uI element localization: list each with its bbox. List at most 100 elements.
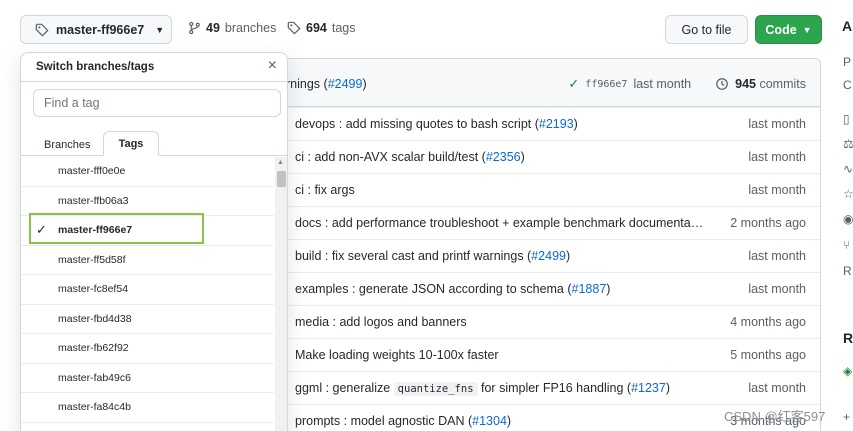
eye-icon: ◉ <box>843 212 853 226</box>
inline-code: quantize_fns <box>393 382 478 396</box>
commit-message[interactable]: examples : generate JSON according to sc… <box>295 282 610 296</box>
releases-heading-fragment: R <box>843 330 853 346</box>
tags-link[interactable]: 694 tags <box>287 21 356 35</box>
file-row: examples : generate JSON according to sc… <box>271 272 820 305</box>
chevron-down-icon: ▼ <box>155 24 165 35</box>
tag-name: master-fab49c6 <box>58 371 131 384</box>
close-icon[interactable]: × <box>268 57 277 75</box>
commit-message[interactable]: media : add logos and banners <box>295 315 467 329</box>
law-icon: ⚖ <box>843 137 853 151</box>
branch-selector-label: master-ff966e7 <box>56 22 145 37</box>
branches-count: 49 <box>206 21 220 35</box>
commit-message[interactable]: docs : add performance troubleshoot + ex… <box>295 216 703 230</box>
about-text-fragment: + <box>843 410 851 424</box>
tag-name: master-fc8ef54 <box>58 283 129 296</box>
tag-item[interactable]: master-ff5d58f <box>21 246 274 275</box>
tag-item[interactable]: master-fa84c4b <box>21 393 274 423</box>
check-icon: ✓ <box>568 76 580 91</box>
latest-commit-text-end: ) <box>362 77 367 91</box>
about-heading: A <box>842 18 853 34</box>
chevron-down-icon: ▼ <box>802 24 812 35</box>
selection-highlight-box <box>29 213 204 244</box>
commit-age: 5 months ago <box>730 348 806 362</box>
commits-label: commits <box>759 77 806 91</box>
tag-icon <box>35 23 49 37</box>
tag-name: master-fbd4d38 <box>58 312 132 325</box>
tag-item[interactable]: master-fff0e0e <box>21 157 274 187</box>
commit-age: 2 months ago <box>730 216 806 230</box>
code-button-label: Code <box>765 22 797 37</box>
commit-age: last month <box>633 77 692 91</box>
star-icon: ☆ <box>843 187 853 201</box>
commit-message[interactable]: build : fix several cast and printf warn… <box>295 249 570 263</box>
commit-message[interactable]: ci : add non-AVX scalar build/test (#235… <box>295 150 525 164</box>
scrollbar-thumb[interactable] <box>277 171 286 187</box>
commit-age: last month <box>748 381 806 395</box>
tags-label: tags <box>331 21 356 35</box>
switch-branches-tags-dropdown: Switch branches/tags × Branches Tags mas… <box>20 52 288 431</box>
file-row: ci : fix args last month <box>271 173 820 206</box>
tag-item[interactable]: master-fb62f92 <box>21 334 274 364</box>
commit-sha[interactable]: ff966e7 <box>585 79 627 90</box>
fork-icon: ⑂ <box>843 238 851 252</box>
commit-message[interactable]: Make loading weights 10-100x faster <box>295 348 499 362</box>
file-row: Make loading weights 10-100x faster 5 mo… <box>271 338 820 371</box>
tag-list: master-fff0e0e master-ffb06a3 ✓ master-ff… <box>21 157 274 431</box>
commit-age: last month <box>748 117 806 131</box>
code-button[interactable]: Code ▼ <box>755 15 822 44</box>
tag-item[interactable]: master-fab49c6 <box>21 364 274 393</box>
tag-name: master-fb62f92 <box>58 342 129 355</box>
file-row: media : add logos and banners 4 months a… <box>271 305 820 338</box>
file-row: devops : add missing quotes to bash scri… <box>271 107 820 140</box>
tab-branches[interactable]: Branches <box>44 139 90 151</box>
branches-link[interactable]: 49 branches <box>188 21 276 35</box>
file-row: ggml : generalize quantize_fns for simpl… <box>271 371 820 404</box>
repo-file-list: rnings (#2499) ✓ ff966e7 last month 945 … <box>270 58 821 431</box>
about-text-fragment: R <box>843 264 852 278</box>
file-row: docs : add performance troubleshoot + ex… <box>271 206 820 239</box>
commits-count: 945 <box>735 77 756 91</box>
commit-age: last month <box>748 183 806 197</box>
git-branch-icon <box>188 21 201 35</box>
commit-meta: ✓ ff966e7 last month 945 commits <box>568 76 806 92</box>
commit-age: last month <box>748 249 806 263</box>
latest-commit-bar: rnings (#2499) ✓ ff966e7 last month 945 … <box>271 59 820 107</box>
go-to-file-button[interactable]: Go to file <box>665 15 748 44</box>
file-row: ci : add non-AVX scalar build/test (#235… <box>271 140 820 173</box>
latest-commit-message[interactable]: rnings (#2499) <box>286 77 367 91</box>
scroll-up-arrow-icon[interactable]: ▲ <box>277 159 284 166</box>
tag-name: master-fa84c4b <box>58 401 131 414</box>
commits-link[interactable]: 945 commits <box>735 77 806 91</box>
commit-message[interactable]: ggml : generalize quantize_fns for simpl… <box>295 381 670 396</box>
about-text-fragment: P <box>843 55 852 69</box>
tag-filter-input[interactable] <box>33 89 281 117</box>
tag-name: master-ff5d58f <box>58 253 126 266</box>
tag-item[interactable]: master-fc8ef54 <box>21 275 274 305</box>
about-text-fragment: C <box>843 78 852 92</box>
latest-commit-pr-link[interactable]: #2499 <box>328 77 363 91</box>
tag-item[interactable]: master-fbd4d38 <box>21 305 274 334</box>
divider <box>21 81 287 82</box>
commit-age: 4 months ago <box>730 315 806 329</box>
watermark: CSDN @红客597 <box>724 409 826 424</box>
commit-age: last month <box>748 150 806 164</box>
commit-message[interactable]: devops : add missing quotes to bash scri… <box>295 117 578 131</box>
pulse-icon: ∿ <box>843 162 853 176</box>
tab-tags[interactable]: Tags <box>103 131 159 156</box>
history-icon <box>715 77 729 91</box>
tag-name: master-ffb06a3 <box>58 194 129 207</box>
branch-selector-button[interactable]: master-ff966e7 ▼ <box>20 15 172 44</box>
file-row: build : fix several cast and printf warn… <box>271 239 820 272</box>
branches-label: branches <box>224 21 277 35</box>
tag-item[interactable]: master-ffb06a3 <box>21 187 274 216</box>
commit-message[interactable]: ci : fix args <box>295 183 355 197</box>
commit-message[interactable]: prompts : model agnostic DAN (#1304) <box>295 414 511 428</box>
commit-age: last month <box>748 282 806 296</box>
latest-commit-text: rnings ( <box>286 77 328 91</box>
tag-icon: ◈ <box>843 364 853 378</box>
tag-icon <box>287 21 301 35</box>
tag-name: master-fff0e0e <box>58 165 126 178</box>
dropdown-title: Switch branches/tags <box>36 61 155 73</box>
book-icon: ▯ <box>843 112 850 126</box>
scrollbar[interactable] <box>275 157 287 431</box>
